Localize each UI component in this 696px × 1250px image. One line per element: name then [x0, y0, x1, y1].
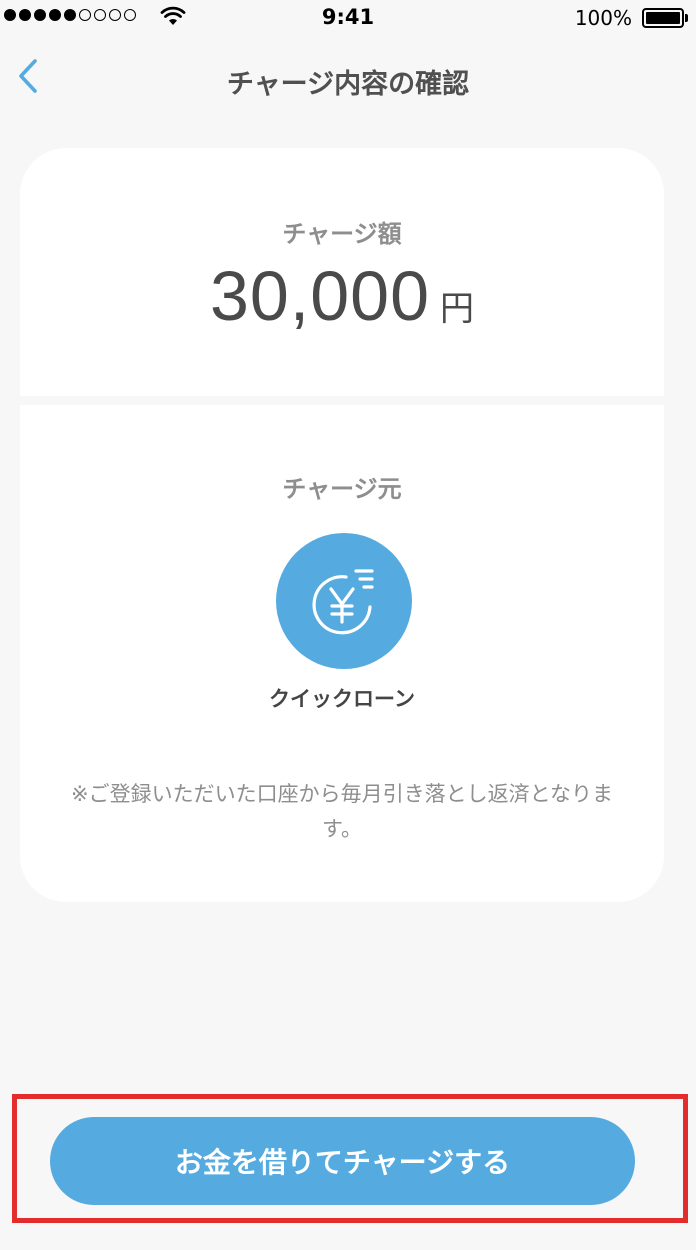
- charge-source-name: クイックローン: [269, 687, 415, 711]
- battery-icon: [642, 8, 688, 28]
- charge-amount-card: チャージ額 30,000 円: [20, 148, 664, 396]
- page-title: チャージ内容の確認: [226, 69, 470, 100]
- battery-percentage: 100%: [574, 6, 632, 30]
- borrow-and-charge-button[interactable]: お金を借りてチャージする: [50, 1117, 635, 1205]
- charge-amount-label: チャージ額: [282, 220, 402, 248]
- charge-amount-row: 30,000 円: [20, 256, 664, 336]
- charge-source-card: チャージ元 クイックローン ※ご登録いただいた口座から毎月引き落とし返済となりま…: [20, 405, 664, 902]
- navigation-bar: チャージ内容の確認: [0, 40, 696, 120]
- yen-coin-icon: [312, 569, 374, 635]
- charge-amount-unit: 円: [440, 289, 475, 329]
- charge-source-label: チャージ元: [282, 475, 402, 503]
- repayment-note: ※ご登録いただいた口座から毎月引き落とし返済となります。: [71, 782, 613, 841]
- status-bar: 9:41 100%: [0, 0, 696, 36]
- charge-amount-value: 30,000: [209, 257, 431, 335]
- quick-loan-icon-badge: [276, 533, 412, 669]
